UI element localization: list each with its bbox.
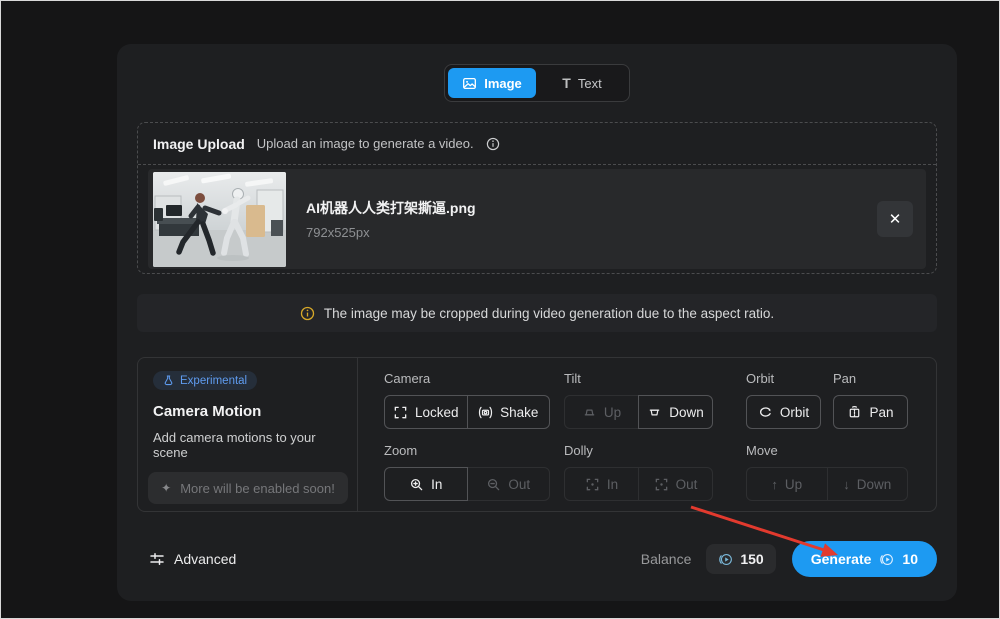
experimental-badge: Experimental [153,371,257,390]
generate-button[interactable]: Generate 10 [792,541,937,577]
orbit-button[interactable]: Orbit [746,395,821,429]
move-label: Move [746,443,908,458]
crop-warning-banner: The image may be cropped during video ge… [137,294,937,332]
file-name: AI机器人人类打架撕逼.png [306,198,476,218]
orbit-label: Orbit [746,371,821,386]
pan-control-group: Pan Pan [833,371,908,429]
dolly-out-button[interactable]: Out [638,467,713,501]
more-enabled-soon-button[interactable]: ✦ More will be enabled soon! [148,472,348,504]
sparkle-icon: ✦ [161,481,171,495]
zoom-in-button[interactable]: In [384,467,468,501]
move-down-button[interactable]: ↓ Down [827,467,909,501]
balance-label: Balance [641,551,692,567]
camera-control-group: Camera Locked Shake [384,371,550,429]
pan-label: Pan [833,371,908,386]
balance-value: 150 [740,551,763,567]
tilt-up-button[interactable]: Up [564,395,639,429]
locked-frame-icon [393,405,408,420]
dolly-in-button[interactable]: In [564,467,639,501]
dolly-label: Dolly [564,443,713,458]
advanced-label: Advanced [174,551,236,567]
credits-coin-icon [718,552,733,567]
camera-label: Camera [384,371,550,386]
shake-camera-icon [478,405,493,420]
tab-image[interactable]: Image [448,68,536,98]
pan-icon [847,405,862,420]
more-enabled-soon-label: More will be enabled soon! [180,481,335,496]
zoom-in-label: In [431,477,442,492]
move-up-button[interactable]: ↑ Up [746,467,828,501]
generate-cost: 10 [902,551,918,567]
zoom-in-icon [409,477,424,492]
generation-panel: Image T Text Image Upload Upload an imag… [117,44,957,601]
move-down-label: Down [857,477,892,492]
camera-motion-section: Experimental Camera Motion Add camera mo… [137,357,937,512]
warning-info-icon [300,306,315,321]
orbit-icon [758,405,773,420]
advanced-toggle[interactable]: Advanced [149,551,236,567]
camera-motion-info: Experimental Camera Motion Add camera mo… [138,358,358,511]
pan-button-label: Pan [869,405,893,420]
move-up-label: Up [785,477,802,492]
tilt-label: Tilt [564,371,713,386]
dolly-out-label: Out [676,477,698,492]
move-control-group: Move ↑ Up ↓ Down [746,443,908,501]
dolly-control-group: Dolly In Out [564,443,713,501]
tab-image-label: Image [484,76,522,91]
uploaded-file-row: AI机器人人类打架撕逼.png 792x525px ✕ [148,169,926,269]
footer-bar: Advanced Balance 150 Generate 10 [149,541,937,577]
remove-image-button[interactable]: ✕ [877,201,913,237]
tab-text-label: Text [578,76,602,91]
dolly-in-label: In [607,477,618,492]
zoom-out-label: Out [508,477,530,492]
tilt-down-label: Down [669,405,704,420]
orbit-control-group: Orbit Orbit [746,371,821,429]
balance-pill[interactable]: 150 [706,544,775,574]
image-upload-header: Image Upload Upload an image to generate… [138,123,936,165]
file-dimensions: 792x525px [306,225,476,240]
upload-title: Image Upload [153,136,245,152]
info-icon[interactable] [486,137,500,151]
zoom-control-group: Zoom In Out [384,443,550,501]
camera-locked-label: Locked [415,405,459,420]
arrow-up-icon: ↑ [771,478,778,491]
close-icon: ✕ [889,210,902,228]
experimental-badge-label: Experimental [180,375,247,387]
image-icon [462,76,477,91]
arrow-down-icon: ↓ [843,478,850,491]
tilt-down-button[interactable]: Down [638,395,713,429]
camera-motion-title: Camera Motion [153,403,342,420]
tilt-up-label: Up [604,405,621,420]
crop-warning-text: The image may be cropped during video ge… [324,306,774,321]
camera-shake-label: Shake [500,405,538,420]
tilt-up-icon [582,405,597,420]
mode-tabbar: Image T Text [444,64,630,102]
text-icon: T [562,76,571,90]
pan-button[interactable]: Pan [833,395,908,429]
adjustments-icon [149,551,165,567]
dolly-in-icon [585,477,600,492]
tilt-down-icon [647,405,662,420]
cost-coin-icon [879,552,894,567]
file-info: AI机器人人类打架撕逼.png 792x525px [306,198,476,240]
zoom-label: Zoom [384,443,550,458]
camera-locked-button[interactable]: Locked [384,395,468,429]
tab-text[interactable]: T Text [538,68,626,98]
generate-label: Generate [811,551,872,567]
zoom-out-icon [486,477,501,492]
upload-subtitle: Upload an image to generate a video. [257,136,474,151]
tilt-control-group: Tilt Up Down [564,371,713,429]
image-upload-box: Image Upload Upload an image to generate… [137,122,937,274]
orbit-button-label: Orbit [780,405,809,420]
zoom-out-button[interactable]: Out [467,467,551,501]
dolly-out-icon [654,477,669,492]
uploaded-image-thumbnail [153,172,286,267]
flask-icon [163,375,174,386]
camera-motion-subtitle: Add camera motions to your scene [153,430,342,460]
camera-shake-button[interactable]: Shake [467,395,551,429]
